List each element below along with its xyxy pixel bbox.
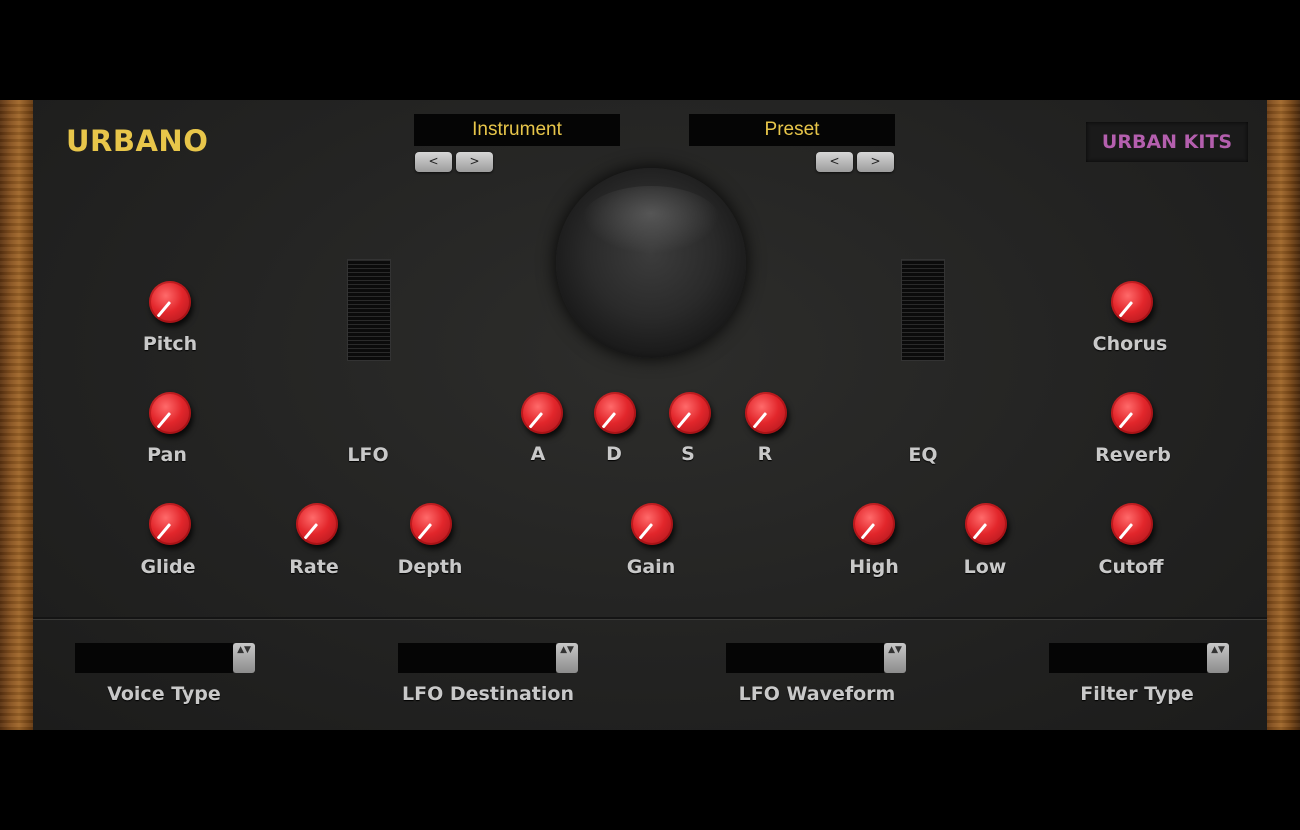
- cutoff-knob[interactable]: [1111, 503, 1153, 545]
- low-label: Low: [963, 556, 1007, 578]
- plugin-window: URBANO URBAN KITS Instrument < > Preset …: [0, 100, 1300, 730]
- high-label: High: [849, 556, 899, 578]
- lfo-waveform-spinner-icon[interactable]: ▲▼: [884, 643, 906, 673]
- release-knob[interactable]: [745, 392, 787, 434]
- pitch-label: Pitch: [142, 333, 198, 355]
- eq-meter: [901, 259, 945, 361]
- preset-display[interactable]: Preset: [689, 114, 895, 146]
- attack-knob[interactable]: [521, 392, 563, 434]
- urban-kits-logo: URBAN KITS: [1086, 122, 1248, 162]
- voice-type-label: Voice Type: [107, 683, 221, 705]
- rate-label: Rate: [289, 556, 339, 578]
- instrument-next-button[interactable]: >: [456, 152, 493, 172]
- chorus-label: Chorus: [1092, 333, 1168, 355]
- lfo-waveform-field[interactable]: [726, 643, 884, 673]
- depth-label: Depth: [397, 556, 463, 578]
- instrument-display[interactable]: Instrument: [414, 114, 620, 146]
- panel-divider: [33, 617, 1267, 620]
- glide-label: Glide: [140, 556, 196, 578]
- glide-knob[interactable]: [149, 503, 191, 545]
- preset-next-button[interactable]: >: [857, 152, 894, 172]
- pan-label: Pan: [147, 444, 187, 466]
- high-knob[interactable]: [853, 503, 895, 545]
- decay-knob[interactable]: [594, 392, 636, 434]
- reverb-label: Reverb: [1095, 444, 1171, 466]
- xy-pad[interactable]: [556, 168, 746, 358]
- chorus-knob[interactable]: [1111, 281, 1153, 323]
- lfo-waveform-select[interactable]: ▲▼: [726, 643, 906, 673]
- lfo-destination-spinner-icon[interactable]: ▲▼: [556, 643, 578, 673]
- filter-type-select[interactable]: ▲▼: [1049, 643, 1229, 673]
- voice-type-field[interactable]: [75, 643, 233, 673]
- filter-type-spinner-icon[interactable]: ▲▼: [1207, 643, 1229, 673]
- gain-knob[interactable]: [631, 503, 673, 545]
- rate-knob[interactable]: [296, 503, 338, 545]
- brand-logo: URBANO: [66, 124, 209, 158]
- lfo-destination-select[interactable]: ▲▼: [398, 643, 578, 673]
- lfo-destination-label: LFO Destination: [402, 683, 574, 705]
- filter-type-field[interactable]: [1049, 643, 1207, 673]
- lfo-waveform-label: LFO Waveform: [738, 683, 896, 705]
- lfo-meter: [347, 259, 391, 361]
- lfo-section-label: LFO: [347, 444, 389, 466]
- instrument-prev-button[interactable]: <: [415, 152, 452, 172]
- eq-section-label: EQ: [908, 444, 938, 466]
- wood-side-right: [1262, 100, 1300, 730]
- low-knob[interactable]: [965, 503, 1007, 545]
- release-label: R: [757, 443, 773, 465]
- preset-prev-button[interactable]: <: [816, 152, 853, 172]
- lfo-destination-field[interactable]: [398, 643, 556, 673]
- voice-type-spinner-icon[interactable]: ▲▼: [233, 643, 255, 673]
- cutoff-label: Cutoff: [1098, 556, 1164, 578]
- gain-label: Gain: [626, 556, 676, 578]
- sustain-knob[interactable]: [669, 392, 711, 434]
- reverb-knob[interactable]: [1111, 392, 1153, 434]
- voice-type-select[interactable]: ▲▼: [75, 643, 255, 673]
- pan-knob[interactable]: [149, 392, 191, 434]
- depth-knob[interactable]: [410, 503, 452, 545]
- pitch-knob[interactable]: [149, 281, 191, 323]
- filter-type-label: Filter Type: [1080, 683, 1194, 705]
